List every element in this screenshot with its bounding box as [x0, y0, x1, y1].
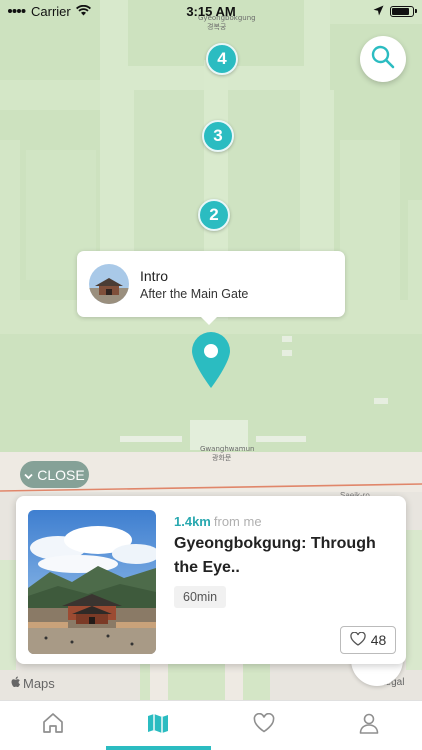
duration-badge: 60min [174, 586, 227, 608]
search-icon [370, 44, 396, 75]
battery-icon [390, 5, 417, 17]
tour-title[interactable]: Gyeongbokgung: Through the Eye.. [174, 532, 394, 580]
carrier-label: Carrier [31, 3, 71, 19]
distance-suffix: from me [213, 514, 262, 529]
tour-stop-marker-3[interactable]: 3 [202, 120, 234, 152]
map-place-label-kr: 경복궁 [207, 23, 227, 31]
status-bar: Carrier 3:15 AM [0, 0, 422, 22]
heart-icon [350, 631, 366, 649]
map-pin-icon [192, 332, 230, 388]
home-icon [41, 712, 65, 739]
tour-distance: 1.4km from me [174, 514, 262, 529]
tour-thumbnail [28, 510, 156, 654]
location-arrow-icon [373, 4, 384, 19]
search-button[interactable] [360, 36, 406, 82]
close-label: CLOSE [37, 466, 85, 483]
tab-favorites[interactable] [211, 701, 317, 750]
user-icon [358, 712, 380, 739]
callout-title: Intro [140, 267, 169, 284]
maps-logo-text: Maps [23, 676, 55, 691]
like-button[interactable]: 48 [340, 626, 396, 654]
apple-icon [11, 676, 21, 691]
tab-home[interactable] [0, 701, 106, 750]
heart-icon [253, 712, 275, 738]
distance-value: 1.4km [174, 514, 211, 529]
stop-callout[interactable]: Intro After the Main Gate [77, 251, 345, 325]
tab-bar [0, 700, 422, 750]
map-gate-label: Gwanghwamun [200, 445, 255, 453]
map-gate-label-kr: 광화문 [212, 454, 232, 462]
tab-map[interactable] [105, 701, 211, 750]
tab-active-indicator [105, 746, 211, 750]
chevron-down-icon [24, 467, 33, 483]
map-icon [146, 712, 170, 739]
maps-logo: Maps [11, 676, 55, 691]
callout-subtitle: After the Main Gate [140, 286, 249, 301]
tab-profile[interactable] [317, 701, 422, 750]
wifi-icon [75, 4, 91, 19]
signal-icon [8, 4, 26, 19]
callout-thumbnail [89, 264, 129, 304]
tour-stop-marker-2[interactable]: 2 [198, 199, 230, 231]
like-count: 48 [370, 632, 387, 648]
close-button[interactable]: CLOSE [20, 461, 89, 488]
tour-card[interactable]: 1.4km from me Gyeongbokgung: Through the … [16, 496, 406, 664]
selected-location-pin[interactable] [190, 330, 232, 390]
tour-stop-marker-4[interactable]: 4 [206, 43, 238, 75]
